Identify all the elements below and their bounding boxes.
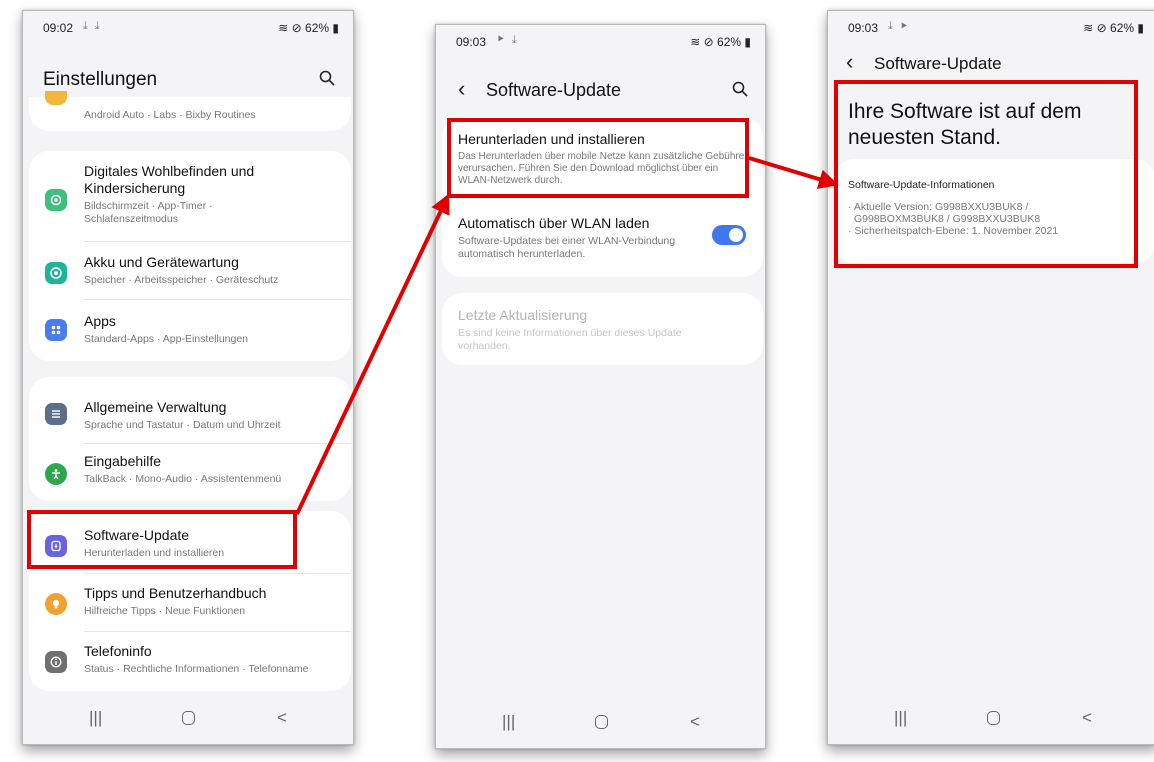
list-item-title: Apps — [84, 313, 116, 329]
page-title: Software-Update — [486, 80, 622, 100]
search-icon[interactable] — [319, 70, 335, 86]
list-item-title: Automatisch über WLAN laden — [458, 215, 650, 231]
list-item-title: Eingabehilfe — [84, 453, 162, 469]
home-button[interactable] — [595, 715, 608, 729]
home-button[interactable] — [987, 711, 1000, 725]
modes-icon — [45, 91, 67, 105]
status-right: ≋ ⊘ 62% ▮ — [278, 21, 339, 35]
battery-level: 62% — [305, 21, 330, 35]
highlight-software-update — [27, 510, 297, 569]
last-update-item: Letzte Aktualisierung Es sind keine Info… — [442, 307, 763, 357]
navigation-bar: ||| < — [436, 698, 765, 748]
list-item-subtitle: Standard-Apps · App-Einstellungen — [84, 333, 249, 345]
list-item[interactable]: Allgemeine Verwaltung Sprache und Tastat… — [29, 389, 351, 435]
settings-card-partial: Android Auto · Labs · Bixby Routines — [29, 91, 351, 131]
divider — [84, 631, 351, 632]
battery-icon: ▮ — [332, 21, 339, 35]
wifi-icon: ≋ — [690, 35, 701, 49]
list-item[interactable]: Digitales Wohlbefinden und Kindersicheru… — [29, 163, 351, 241]
status-right: ≋ ⊘ 62% ▮ — [690, 35, 751, 49]
battery-icon: ▮ — [1137, 21, 1144, 35]
list-item-subtitle: Speicher · Arbeitsspeicher · Geräteschut… — [84, 274, 279, 286]
settings-card: Allgemeine Verwaltung Sprache und Tastat… — [29, 377, 351, 501]
back-button[interactable]: < — [277, 708, 287, 728]
divider — [84, 443, 351, 444]
divider — [84, 573, 351, 574]
phone-info-icon — [45, 651, 67, 673]
toggle-knob — [729, 228, 743, 242]
status-bar: 09:02 ⤓ ⤓ ≋ ⊘ 62% ▮ — [23, 11, 353, 45]
recents-button[interactable]: ||| — [894, 708, 907, 728]
status-bar: 09:03 ⤓ ⯈ ≋ ⊘ 62% ▮ — [828, 11, 1154, 45]
device-care-icon — [45, 262, 67, 284]
home-button[interactable] — [182, 711, 195, 725]
list-item-subtitle: Hilfreiche Tipps · Neue Funktionen — [84, 605, 246, 617]
search-icon[interactable] — [732, 81, 748, 97]
list-item-title: Digitales Wohlbefinden und Kindersicheru… — [84, 163, 255, 196]
list-item-subtitle: TalkBack · Mono-Audio · Assistentenmenü — [84, 473, 282, 485]
apps-icon — [45, 319, 67, 341]
list-item[interactable]: Android Auto · Labs · Bixby Routines — [29, 91, 351, 131]
status-right: ≋ ⊘ 62% ▮ — [1083, 21, 1144, 35]
list-item[interactable]: Eingabehilfe TalkBack · Mono-Audio · Ass… — [29, 451, 351, 497]
settings-card: Digitales Wohlbefinden und Kindersicheru… — [29, 151, 351, 361]
page-title: Software-Update — [874, 54, 1002, 73]
highlight-download-install — [447, 118, 749, 198]
wellbeing-icon — [45, 189, 67, 211]
battery-level: 62% — [1110, 21, 1135, 35]
list-item[interactable]: Apps Standard-Apps · App-Einstellungen — [29, 311, 351, 355]
recents-button[interactable]: ||| — [502, 712, 515, 732]
list-item-subtitle: Es sind keine Informationen über dieses … — [458, 327, 682, 352]
status-time: 09:02 — [43, 21, 74, 35]
status-bar: 09:03 ⯈ ⤓ ≋ ⊘ 62% ▮ — [436, 25, 765, 59]
mute-icon: ⊘ — [1096, 21, 1107, 35]
general-management-icon — [45, 403, 67, 425]
list-item-subtitle: Software-Updates bei einer WLAN-Verbindu… — [458, 235, 676, 260]
list-item-title: Allgemeine Verwaltung — [84, 399, 227, 415]
status-time: 09:03 — [456, 35, 487, 49]
auto-wifi-item[interactable]: Automatisch über WLAN laden Software-Upd… — [442, 215, 763, 265]
list-item-subtitle: Bildschirmzeit · App-Timer · Schlafensze… — [84, 200, 213, 225]
back-arrow-icon[interactable]: ‹ — [458, 78, 465, 100]
notification-icons: ⤓ ⯈ — [888, 20, 911, 32]
battery-icon: ▮ — [744, 35, 751, 49]
list-item[interactable]: Akku und Gerätewartung Speicher · Arbeit… — [29, 252, 351, 300]
auto-wifi-toggle[interactable] — [712, 225, 746, 245]
settings-screen: 09:02 ⤓ ⤓ ≋ ⊘ 62% ▮ Einstellungen Androi… — [22, 10, 354, 745]
notification-icons: ⤓ ⤓ — [83, 20, 102, 32]
list-item-title: Telefoninfo — [84, 643, 152, 659]
mute-icon: ⊘ — [291, 21, 302, 35]
list-item-subtitle: Status · Rechtliche Informationen · Tele… — [84, 663, 309, 675]
mute-icon: ⊘ — [703, 35, 714, 49]
accessibility-icon — [45, 463, 67, 485]
last-update-card: Letzte Aktualisierung Es sind keine Info… — [442, 293, 763, 365]
status-time: 09:03 — [848, 21, 879, 35]
divider — [84, 241, 351, 242]
list-item-title: Akku und Gerätewartung — [84, 254, 239, 270]
list-item[interactable]: Telefoninfo Status · Rechtliche Informat… — [29, 641, 351, 687]
navigation-bar: ||| < — [828, 694, 1154, 744]
list-item-subtitle: Android Auto · Labs · Bixby Routines — [84, 109, 256, 121]
wifi-icon: ≋ — [278, 21, 289, 35]
list-item-subtitle: Sprache und Tastatur · Datum und Uhrzeit — [84, 419, 281, 431]
list-item-title: Tipps und Benutzerhandbuch — [84, 585, 267, 601]
notification-icons: ⯈ ⤓ — [496, 34, 519, 46]
wifi-icon: ≋ — [1083, 21, 1094, 35]
back-button[interactable]: < — [1082, 708, 1092, 728]
tips-icon — [45, 593, 67, 615]
divider — [84, 299, 351, 300]
page-title: Einstellungen — [43, 69, 158, 90]
back-button[interactable]: < — [690, 712, 700, 732]
list-item[interactable]: Tipps und Benutzerhandbuch Hilfreiche Ti… — [29, 583, 351, 629]
back-arrow-icon[interactable]: ‹ — [846, 51, 853, 73]
highlight-up-to-date — [834, 80, 1138, 268]
navigation-bar: ||| < — [23, 694, 353, 744]
recents-button[interactable]: ||| — [89, 708, 102, 728]
battery-level: 62% — [717, 35, 742, 49]
list-item-title: Letzte Aktualisierung — [458, 307, 588, 323]
